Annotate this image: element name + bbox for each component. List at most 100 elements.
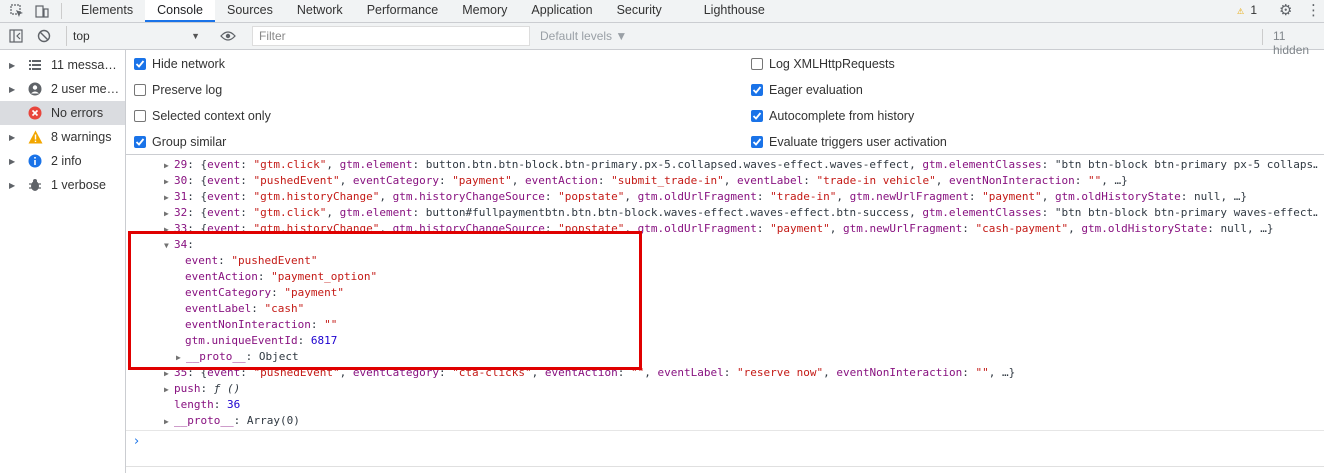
console-entry-32[interactable]: ▶ 32: {event: "gtm.click", gtm.element: b… <box>126 205 1318 221</box>
checkbox[interactable] <box>134 110 146 122</box>
console-entry-34[interactable]: ▼ 34: <box>126 237 1318 253</box>
property-key: eventCategory <box>185 286 272 299</box>
console-entry-31[interactable]: ▶ 31: {event: "gtm.historyChange", gtm.hi… <box>126 189 1318 205</box>
bottom-divider <box>126 466 1324 467</box>
console-messages: ▶ 29: {event: "gtm.click", gtm.element: b… <box>126 155 1324 473</box>
proto-object-row[interactable]: ▶ __proto__: Object <box>126 349 1318 365</box>
checkbox[interactable] <box>751 110 763 122</box>
expand-arrow-icon[interactable]: ▶ <box>164 366 174 381</box>
setting-group-similar[interactable]: Group similar <box>134 133 226 151</box>
proto-array-value: Array(0) <box>246 414 300 427</box>
property-row: eventLabel: "cash" <box>185 302 305 315</box>
bug-icon <box>27 177 43 193</box>
collapse-arrow-icon[interactable]: ▼ <box>164 238 174 253</box>
push-row[interactable]: ▶ push: ƒ () <box>126 381 1318 397</box>
checkbox[interactable] <box>134 136 146 148</box>
expand-arrow-icon: ▶ <box>9 84 16 94</box>
setting-preserve-log[interactable]: Preserve log <box>134 81 222 99</box>
expand-arrow-icon[interactable]: ▶ <box>176 350 186 365</box>
tab-console[interactable]: Console <box>145 0 215 22</box>
entry-summary: {event: "gtm.click", gtm.element: button… <box>200 206 1319 219</box>
device-toolbar-icon[interactable] <box>33 2 51 20</box>
sidebar-item-warning[interactable]: ▶ 8 warnings <box>0 125 125 149</box>
setting-selected-context-only[interactable]: Selected context only <box>134 107 271 125</box>
warning-counter[interactable]: ⚠ 1 <box>1237 3 1257 17</box>
tab-network[interactable]: Network <box>285 0 355 22</box>
expand-arrow-icon[interactable]: ▶ <box>164 414 174 429</box>
console-toolbar: top ▼ Default levels ▼ 11 hidden <box>0 23 1324 57</box>
expand-arrow-icon[interactable]: ▶ <box>164 174 174 189</box>
property-value: "pushedEvent" <box>231 254 318 267</box>
checkbox[interactable] <box>751 136 763 148</box>
length-value: 36 <box>227 398 241 411</box>
more-options-icon[interactable]: ⋮ <box>1306 1 1321 19</box>
user-icon <box>27 81 43 97</box>
live-expression-eye-icon[interactable] <box>219 27 237 45</box>
toolbar-divider <box>61 3 62 19</box>
sidebar-item-info[interactable]: ▶ 2 info <box>0 149 125 173</box>
show-sidebar-icon[interactable] <box>7 27 25 45</box>
checkbox[interactable] <box>134 58 146 70</box>
console-entry-30[interactable]: ▶ 30: {event: "pushedEvent", eventCategor… <box>126 173 1318 189</box>
setting-label: Hide network <box>152 57 225 71</box>
context-selector[interactable]: top ▼ <box>66 26 206 46</box>
settings-gear-icon[interactable]: ⚙ <box>1279 1 1292 19</box>
expand-arrow-icon[interactable]: ▶ <box>164 190 174 205</box>
expand-arrow-icon[interactable]: ▶ <box>164 222 174 237</box>
setting-autocomplete-from-history[interactable]: Autocomplete from history <box>751 107 914 125</box>
property-value: "cash" <box>264 302 305 315</box>
proto-object-value: Object <box>258 350 299 363</box>
sidebar-item-label: 1 verbose <box>51 178 106 192</box>
sidebar-item-label: 2 info <box>51 154 82 168</box>
entry-summary: {event: "pushedEvent", eventCategory: "c… <box>200 366 1016 379</box>
setting-log-xmlhttprequests[interactable]: Log XMLHttpRequests <box>751 55 895 73</box>
entry-summary: {event: "pushedEvent", eventCategory: "p… <box>200 174 1128 187</box>
console-entry-33[interactable]: ▶ 33: {event: "gtm.historyChange", gtm.hi… <box>126 221 1318 237</box>
setting-label: Eager evaluation <box>769 83 863 97</box>
setting-eager-evaluation[interactable]: Eager evaluation <box>751 81 863 99</box>
checkbox[interactable] <box>751 58 763 70</box>
tab-memory[interactable]: Memory <box>450 0 519 22</box>
expand-arrow-icon: ▶ <box>9 132 16 142</box>
tab-application[interactable]: Application <box>519 0 604 22</box>
property-row: event: "pushedEvent" <box>185 254 318 267</box>
property-key: gtm.uniqueEventId <box>185 334 298 347</box>
info-icon <box>27 153 43 169</box>
proto-array-row[interactable]: ▶ __proto__: Array(0) <box>126 413 1318 429</box>
tab-security[interactable]: Security <box>605 0 674 22</box>
sidebar-item-bug[interactable]: ▶ 1 verbose <box>0 173 125 197</box>
filter-input[interactable] <box>252 26 530 46</box>
tab-sources[interactable]: Sources <box>215 0 285 22</box>
sidebar-item-list[interactable]: ▶ 11 messages <box>0 53 125 77</box>
tab-performance[interactable]: Performance <box>355 0 451 22</box>
property-value: "" <box>324 318 338 331</box>
log-levels-dropdown[interactable]: Default levels ▼ <box>540 29 627 43</box>
console-entry-29[interactable]: ▶ 29: {event: "gtm.click", gtm.element: b… <box>126 157 1318 173</box>
tab-elements[interactable]: Elements <box>69 0 145 22</box>
console-prompt[interactable]: › <box>126 430 1324 453</box>
property-value: "payment_option" <box>271 270 378 283</box>
expand-arrow-icon[interactable]: ▶ <box>164 382 174 397</box>
sidebar-item-error[interactable]: No errors <box>0 101 125 125</box>
sidebar-item-user[interactable]: ▶ 2 user messages <box>0 77 125 101</box>
expand-arrow-icon: ▶ <box>9 156 16 166</box>
expand-arrow-icon[interactable]: ▶ <box>164 158 174 173</box>
tab-lighthouse[interactable]: Lighthouse <box>692 0 777 22</box>
checkbox[interactable] <box>134 84 146 96</box>
dropdown-caret-icon: ▼ <box>191 31 200 41</box>
clear-console-icon[interactable] <box>35 27 53 45</box>
setting-label: Group similar <box>152 135 227 149</box>
length-row: length: 36 <box>174 398 241 411</box>
panel-tabs: Elements Console Sources Network Performance… <box>69 0 777 22</box>
property-key: eventAction <box>185 270 258 283</box>
checkbox[interactable] <box>751 84 763 96</box>
inspect-element-icon[interactable] <box>8 2 26 20</box>
console-entry-35[interactable]: ▶ 35: {event: "pushedEvent", eventCategor… <box>126 365 1318 381</box>
setting-label: Autocomplete from history <box>769 109 915 123</box>
setting-evaluate-triggers-user-activation[interactable]: Evaluate triggers user activation <box>751 133 947 151</box>
context-value: top <box>73 29 90 43</box>
property-row: gtm.uniqueEventId: 6817 <box>185 334 338 347</box>
expand-arrow-icon: ▶ <box>9 60 16 70</box>
setting-hide-network[interactable]: Hide network <box>134 55 225 73</box>
expand-arrow-icon[interactable]: ▶ <box>164 206 174 221</box>
